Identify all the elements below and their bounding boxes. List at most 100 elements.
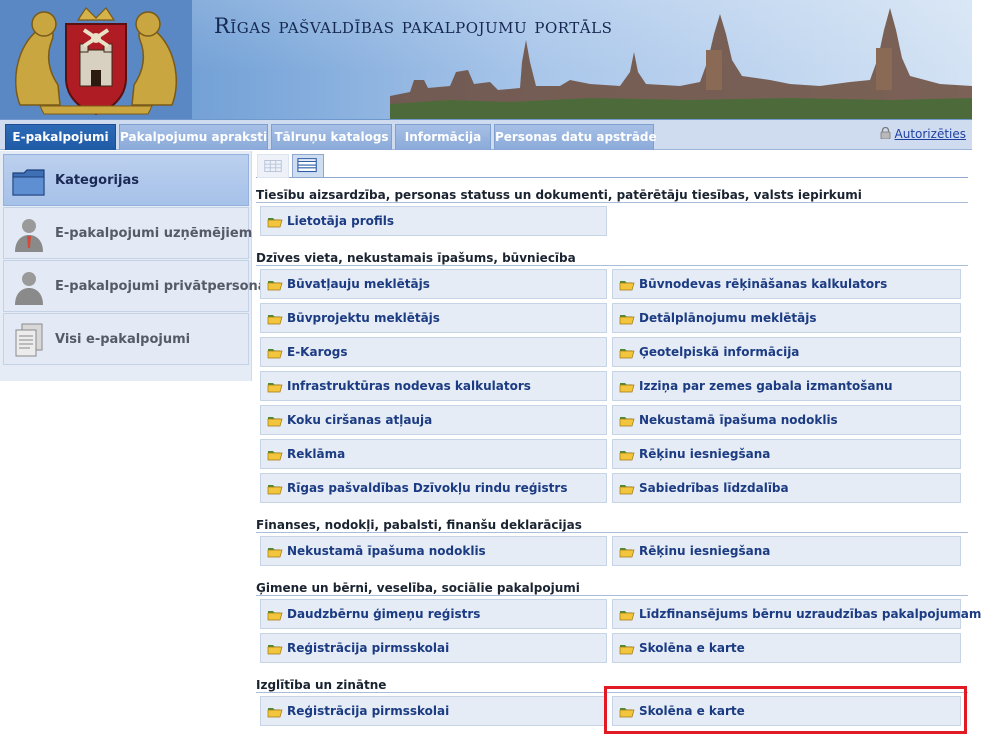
folder-open-icon <box>619 383 635 393</box>
service-link[interactable]: Ģeotelpiskā informācija <box>612 337 961 367</box>
category-title: Izglītība un zinātne <box>256 678 387 692</box>
folder-open-icon <box>267 645 283 655</box>
service-label: Reģistrācija pirmsskolai <box>287 704 450 718</box>
site-header: Rīgas pašvaldības pakalpojumu portāls <box>0 0 972 120</box>
category-divider <box>256 202 968 203</box>
folder-open-icon <box>619 548 635 558</box>
service-link[interactable]: Rēķinu iesniegšana <box>612 439 961 469</box>
service-link[interactable]: Nekustamā īpašuma nodoklis <box>612 405 961 435</box>
folder-open-icon <box>267 281 283 291</box>
service-link[interactable]: Reklāma <box>260 439 607 469</box>
person-icon <box>15 272 43 305</box>
tab-pakalpojumu-apraksti[interactable]: Pakalpojumu apraksti <box>119 124 268 150</box>
service-link[interactable]: Lietotāja profils <box>260 206 607 236</box>
folder-open-icon <box>619 417 635 427</box>
folder-open-icon <box>267 349 283 359</box>
sidebar-item-uznemejiem[interactable]: E-pakalpojumi uzņēmējiem <box>3 207 253 259</box>
main-navigation: E-pakalpojumi Pakalpojumu apraksti Tālru… <box>0 120 972 150</box>
folder-open-icon <box>267 451 283 461</box>
service-label: Infrastruktūras nodevas kalkulators <box>287 379 531 393</box>
sidebar-item-label: Visi e-pakalpojumi <box>55 332 191 347</box>
folder-open-icon <box>619 451 635 461</box>
service-label: Koku ciršanas atļauja <box>287 413 433 427</box>
tab-personas-datu-apstrade[interactable]: Personas datu apstrāde <box>494 124 657 150</box>
service-link[interactable]: Nekustamā īpašuma nodoklis <box>260 536 607 566</box>
folder-open-icon <box>619 645 635 655</box>
service-label: Sabiedrības līdzdalība <box>639 481 789 495</box>
service-label: Nekustamā īpašuma nodoklis <box>287 544 486 558</box>
service-link[interactable]: Detālplānojumu meklētājs <box>612 303 961 333</box>
folder-open-icon <box>267 548 283 558</box>
service-link[interactable]: Izziņa par zemes gabala izmantošanu <box>612 371 961 401</box>
service-link[interactable]: Skolēna e karte <box>612 633 961 663</box>
service-label: Būvprojektu meklētājs <box>287 311 440 325</box>
service-label: Reklāma <box>287 447 346 461</box>
service-label: Skolēna e karte <box>639 641 745 655</box>
sidebar-item-visi[interactable]: Visi e-pakalpojumi <box>3 313 249 365</box>
sidebar-item-kategorijas[interactable]: Kategorijas <box>3 154 249 206</box>
folder-open-icon <box>267 383 283 393</box>
service-link[interactable]: Reģistrācija pirmsskolai <box>260 696 607 726</box>
documents-icon <box>15 323 43 357</box>
category-divider <box>256 532 968 533</box>
service-label: Lietotāja profils <box>287 214 395 228</box>
folder-open-icon <box>267 417 283 427</box>
category-title: Finanses, nodokļi, pabalsti, finanšu dek… <box>256 518 582 532</box>
sidebar-item-privatpersonam[interactable]: E-pakalpojumi privātpersonām <box>3 260 280 312</box>
service-link[interactable]: Daudzbērnu ģimeņu reģistrs <box>260 599 607 629</box>
service-link[interactable]: Līdzfinansējums bērnu uzraudzības pakalp… <box>612 599 981 629</box>
service-link[interactable]: Rīgas pašvaldības Dzīvokļu rindu reģistr… <box>260 473 607 503</box>
sidebar-item-label: Kategorijas <box>55 173 139 188</box>
business-person-icon <box>15 219 43 252</box>
service-label: Reģistrācija pirmsskolai <box>287 641 450 655</box>
folder-open-icon <box>619 349 635 359</box>
grid-view-button[interactable] <box>292 154 324 178</box>
login-link[interactable]: Autorizēties <box>880 127 966 141</box>
category-title: Dzīves vieta, nekustamais īpašums, būvni… <box>256 251 576 265</box>
service-label: Ģeotelpiskā informācija <box>639 345 800 359</box>
category-divider <box>256 595 968 596</box>
view-toggle <box>256 152 968 178</box>
list-view-icon <box>264 160 282 172</box>
sidebar: Kategorijas E-pakalpojumi uzņēmējiem E-p… <box>0 151 280 381</box>
list-view-button[interactable] <box>257 154 289 178</box>
folder-open-icon <box>267 708 283 718</box>
grid-view-icon <box>297 158 317 173</box>
folder-open-icon <box>619 611 635 621</box>
sidebar-item-label: E-pakalpojumi uzņēmējiem <box>55 226 253 241</box>
riga-coat-of-arms-icon[interactable] <box>0 0 192 120</box>
service-label: Izziņa par zemes gabala izmantošanu <box>639 379 893 393</box>
main-content: Tiesību aizsardzība, personas statuss un… <box>256 152 981 738</box>
service-label: Būvatļauju meklētājs <box>287 277 430 291</box>
tab-talrunu-katalogs[interactable]: Tālruņu katalogs <box>271 124 392 150</box>
category-title: Tiesību aizsardzība, personas statuss un… <box>256 188 862 202</box>
folder-icon <box>12 169 45 196</box>
service-label: Līdzfinansējums bērnu uzraudzības pakalp… <box>639 607 982 621</box>
service-link[interactable]: Infrastruktūras nodevas kalkulators <box>260 371 607 401</box>
tab-e-pakalpojumi[interactable]: E-pakalpojumi <box>5 124 116 150</box>
service-link[interactable]: Būvprojektu meklētājs <box>260 303 607 333</box>
service-link[interactable]: Sabiedrības līdzdalība <box>612 473 961 503</box>
service-label: Nekustamā īpašuma nodoklis <box>639 413 838 427</box>
folder-open-icon <box>619 281 635 291</box>
service-link[interactable]: Būvatļauju meklētājs <box>260 269 607 299</box>
service-link[interactable]: Reģistrācija pirmsskolai <box>260 633 607 663</box>
service-label: Būvnodevas rēķināšanas kalkulators <box>639 277 888 291</box>
folder-open-icon <box>619 485 635 495</box>
riga-skyline-image <box>390 8 972 119</box>
tab-informacija[interactable]: Informācija <box>395 124 491 150</box>
sidebar-item-label: E-pakalpojumi privātpersonām <box>55 279 281 294</box>
service-label: Daudzbērnu ģimeņu reģistrs <box>287 607 481 621</box>
service-link[interactable]: Būvnodevas rēķināšanas kalkulators <box>612 269 961 299</box>
service-link[interactable]: Koku ciršanas atļauja <box>260 405 607 435</box>
service-label: Rēķinu iesniegšana <box>639 447 771 461</box>
category-divider <box>256 692 968 693</box>
login-label: Autorizēties <box>894 127 966 141</box>
service-link[interactable]: Skolēna e karte <box>612 696 961 726</box>
folder-open-icon <box>267 485 283 495</box>
service-link[interactable]: E-Karogs <box>260 337 607 367</box>
service-label: E-Karogs <box>287 345 348 359</box>
service-label: Rēķinu iesniegšana <box>639 544 771 558</box>
service-link[interactable]: Rēķinu iesniegšana <box>612 536 961 566</box>
category-title: Ģimene un bērni, veselība, sociālie paka… <box>256 581 580 595</box>
